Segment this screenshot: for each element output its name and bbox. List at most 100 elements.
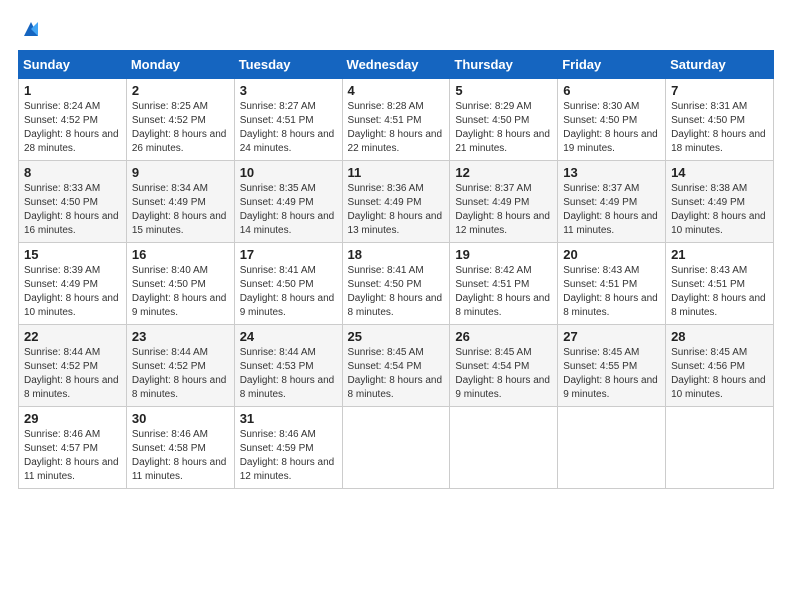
day-info: Sunrise: 8:44 AM Sunset: 4:52 PM Dayligh… xyxy=(24,346,121,402)
day-number: 30 xyxy=(132,411,229,426)
day-number: 23 xyxy=(132,329,229,344)
table-row xyxy=(666,407,774,489)
day-info: Sunrise: 8:24 AM Sunset: 4:52 PM Dayligh… xyxy=(24,100,121,156)
logo-icon xyxy=(20,18,42,40)
day-number: 20 xyxy=(563,247,660,262)
table-row: 25 Sunrise: 8:45 AM Sunset: 4:54 PM Dayl… xyxy=(342,325,450,407)
day-info: Sunrise: 8:44 AM Sunset: 4:53 PM Dayligh… xyxy=(240,346,337,402)
col-sunday: Sunday xyxy=(19,51,127,79)
calendar-week-row: 22 Sunrise: 8:44 AM Sunset: 4:52 PM Dayl… xyxy=(19,325,774,407)
day-info: Sunrise: 8:46 AM Sunset: 4:57 PM Dayligh… xyxy=(24,428,121,484)
day-info: Sunrise: 8:39 AM Sunset: 4:49 PM Dayligh… xyxy=(24,264,121,320)
table-row: 31 Sunrise: 8:46 AM Sunset: 4:59 PM Dayl… xyxy=(234,407,342,489)
day-info: Sunrise: 8:45 AM Sunset: 4:54 PM Dayligh… xyxy=(455,346,552,402)
table-row: 9 Sunrise: 8:34 AM Sunset: 4:49 PM Dayli… xyxy=(126,161,234,243)
table-row: 4 Sunrise: 8:28 AM Sunset: 4:51 PM Dayli… xyxy=(342,79,450,161)
table-row xyxy=(342,407,450,489)
day-number: 5 xyxy=(455,83,552,98)
table-row: 21 Sunrise: 8:43 AM Sunset: 4:51 PM Dayl… xyxy=(666,243,774,325)
day-info: Sunrise: 8:43 AM Sunset: 4:51 PM Dayligh… xyxy=(671,264,768,320)
calendar-week-row: 29 Sunrise: 8:46 AM Sunset: 4:57 PM Dayl… xyxy=(19,407,774,489)
table-row: 17 Sunrise: 8:41 AM Sunset: 4:50 PM Dayl… xyxy=(234,243,342,325)
day-number: 11 xyxy=(348,165,445,180)
table-row: 15 Sunrise: 8:39 AM Sunset: 4:49 PM Dayl… xyxy=(19,243,127,325)
table-row: 1 Sunrise: 8:24 AM Sunset: 4:52 PM Dayli… xyxy=(19,79,127,161)
day-number: 6 xyxy=(563,83,660,98)
table-row: 12 Sunrise: 8:37 AM Sunset: 4:49 PM Dayl… xyxy=(450,161,558,243)
table-row: 22 Sunrise: 8:44 AM Sunset: 4:52 PM Dayl… xyxy=(19,325,127,407)
day-number: 17 xyxy=(240,247,337,262)
table-row: 24 Sunrise: 8:44 AM Sunset: 4:53 PM Dayl… xyxy=(234,325,342,407)
day-info: Sunrise: 8:28 AM Sunset: 4:51 PM Dayligh… xyxy=(348,100,445,156)
day-info: Sunrise: 8:31 AM Sunset: 4:50 PM Dayligh… xyxy=(671,100,768,156)
table-row: 11 Sunrise: 8:36 AM Sunset: 4:49 PM Dayl… xyxy=(342,161,450,243)
table-row xyxy=(558,407,666,489)
day-number: 26 xyxy=(455,329,552,344)
day-number: 15 xyxy=(24,247,121,262)
day-info: Sunrise: 8:29 AM Sunset: 4:50 PM Dayligh… xyxy=(455,100,552,156)
table-row: 10 Sunrise: 8:35 AM Sunset: 4:49 PM Dayl… xyxy=(234,161,342,243)
day-info: Sunrise: 8:35 AM Sunset: 4:49 PM Dayligh… xyxy=(240,182,337,238)
col-monday: Monday xyxy=(126,51,234,79)
day-info: Sunrise: 8:33 AM Sunset: 4:50 PM Dayligh… xyxy=(24,182,121,238)
day-number: 22 xyxy=(24,329,121,344)
table-row: 27 Sunrise: 8:45 AM Sunset: 4:55 PM Dayl… xyxy=(558,325,666,407)
day-info: Sunrise: 8:41 AM Sunset: 4:50 PM Dayligh… xyxy=(348,264,445,320)
table-row: 7 Sunrise: 8:31 AM Sunset: 4:50 PM Dayli… xyxy=(666,79,774,161)
col-tuesday: Tuesday xyxy=(234,51,342,79)
day-number: 31 xyxy=(240,411,337,426)
day-number: 8 xyxy=(24,165,121,180)
day-number: 16 xyxy=(132,247,229,262)
day-info: Sunrise: 8:41 AM Sunset: 4:50 PM Dayligh… xyxy=(240,264,337,320)
day-info: Sunrise: 8:45 AM Sunset: 4:54 PM Dayligh… xyxy=(348,346,445,402)
day-number: 27 xyxy=(563,329,660,344)
col-wednesday: Wednesday xyxy=(342,51,450,79)
col-thursday: Thursday xyxy=(450,51,558,79)
day-info: Sunrise: 8:37 AM Sunset: 4:49 PM Dayligh… xyxy=(563,182,660,238)
table-row: 3 Sunrise: 8:27 AM Sunset: 4:51 PM Dayli… xyxy=(234,79,342,161)
day-info: Sunrise: 8:38 AM Sunset: 4:49 PM Dayligh… xyxy=(671,182,768,238)
day-info: Sunrise: 8:34 AM Sunset: 4:49 PM Dayligh… xyxy=(132,182,229,238)
day-number: 14 xyxy=(671,165,768,180)
calendar-table: Sunday Monday Tuesday Wednesday Thursday… xyxy=(18,50,774,489)
calendar-week-row: 1 Sunrise: 8:24 AM Sunset: 4:52 PM Dayli… xyxy=(19,79,774,161)
day-number: 28 xyxy=(671,329,768,344)
table-row: 23 Sunrise: 8:44 AM Sunset: 4:52 PM Dayl… xyxy=(126,325,234,407)
day-number: 21 xyxy=(671,247,768,262)
day-number: 1 xyxy=(24,83,121,98)
table-row: 6 Sunrise: 8:30 AM Sunset: 4:50 PM Dayli… xyxy=(558,79,666,161)
day-number: 7 xyxy=(671,83,768,98)
day-info: Sunrise: 8:25 AM Sunset: 4:52 PM Dayligh… xyxy=(132,100,229,156)
day-info: Sunrise: 8:46 AM Sunset: 4:58 PM Dayligh… xyxy=(132,428,229,484)
day-info: Sunrise: 8:42 AM Sunset: 4:51 PM Dayligh… xyxy=(455,264,552,320)
table-row: 29 Sunrise: 8:46 AM Sunset: 4:57 PM Dayl… xyxy=(19,407,127,489)
day-info: Sunrise: 8:37 AM Sunset: 4:49 PM Dayligh… xyxy=(455,182,552,238)
day-number: 3 xyxy=(240,83,337,98)
day-info: Sunrise: 8:27 AM Sunset: 4:51 PM Dayligh… xyxy=(240,100,337,156)
day-info: Sunrise: 8:45 AM Sunset: 4:55 PM Dayligh… xyxy=(563,346,660,402)
day-number: 18 xyxy=(348,247,445,262)
table-row: 26 Sunrise: 8:45 AM Sunset: 4:54 PM Dayl… xyxy=(450,325,558,407)
page: Sunday Monday Tuesday Wednesday Thursday… xyxy=(0,0,792,612)
day-info: Sunrise: 8:30 AM Sunset: 4:50 PM Dayligh… xyxy=(563,100,660,156)
calendar-header-row: Sunday Monday Tuesday Wednesday Thursday… xyxy=(19,51,774,79)
day-info: Sunrise: 8:40 AM Sunset: 4:50 PM Dayligh… xyxy=(132,264,229,320)
header xyxy=(18,18,774,40)
table-row: 16 Sunrise: 8:40 AM Sunset: 4:50 PM Dayl… xyxy=(126,243,234,325)
day-number: 24 xyxy=(240,329,337,344)
table-row: 2 Sunrise: 8:25 AM Sunset: 4:52 PM Dayli… xyxy=(126,79,234,161)
table-row: 30 Sunrise: 8:46 AM Sunset: 4:58 PM Dayl… xyxy=(126,407,234,489)
table-row xyxy=(450,407,558,489)
calendar-week-row: 8 Sunrise: 8:33 AM Sunset: 4:50 PM Dayli… xyxy=(19,161,774,243)
table-row: 28 Sunrise: 8:45 AM Sunset: 4:56 PM Dayl… xyxy=(666,325,774,407)
table-row: 19 Sunrise: 8:42 AM Sunset: 4:51 PM Dayl… xyxy=(450,243,558,325)
calendar-week-row: 15 Sunrise: 8:39 AM Sunset: 4:49 PM Dayl… xyxy=(19,243,774,325)
table-row: 13 Sunrise: 8:37 AM Sunset: 4:49 PM Dayl… xyxy=(558,161,666,243)
day-number: 25 xyxy=(348,329,445,344)
day-number: 10 xyxy=(240,165,337,180)
day-info: Sunrise: 8:43 AM Sunset: 4:51 PM Dayligh… xyxy=(563,264,660,320)
table-row: 20 Sunrise: 8:43 AM Sunset: 4:51 PM Dayl… xyxy=(558,243,666,325)
day-number: 13 xyxy=(563,165,660,180)
day-info: Sunrise: 8:44 AM Sunset: 4:52 PM Dayligh… xyxy=(132,346,229,402)
table-row: 8 Sunrise: 8:33 AM Sunset: 4:50 PM Dayli… xyxy=(19,161,127,243)
